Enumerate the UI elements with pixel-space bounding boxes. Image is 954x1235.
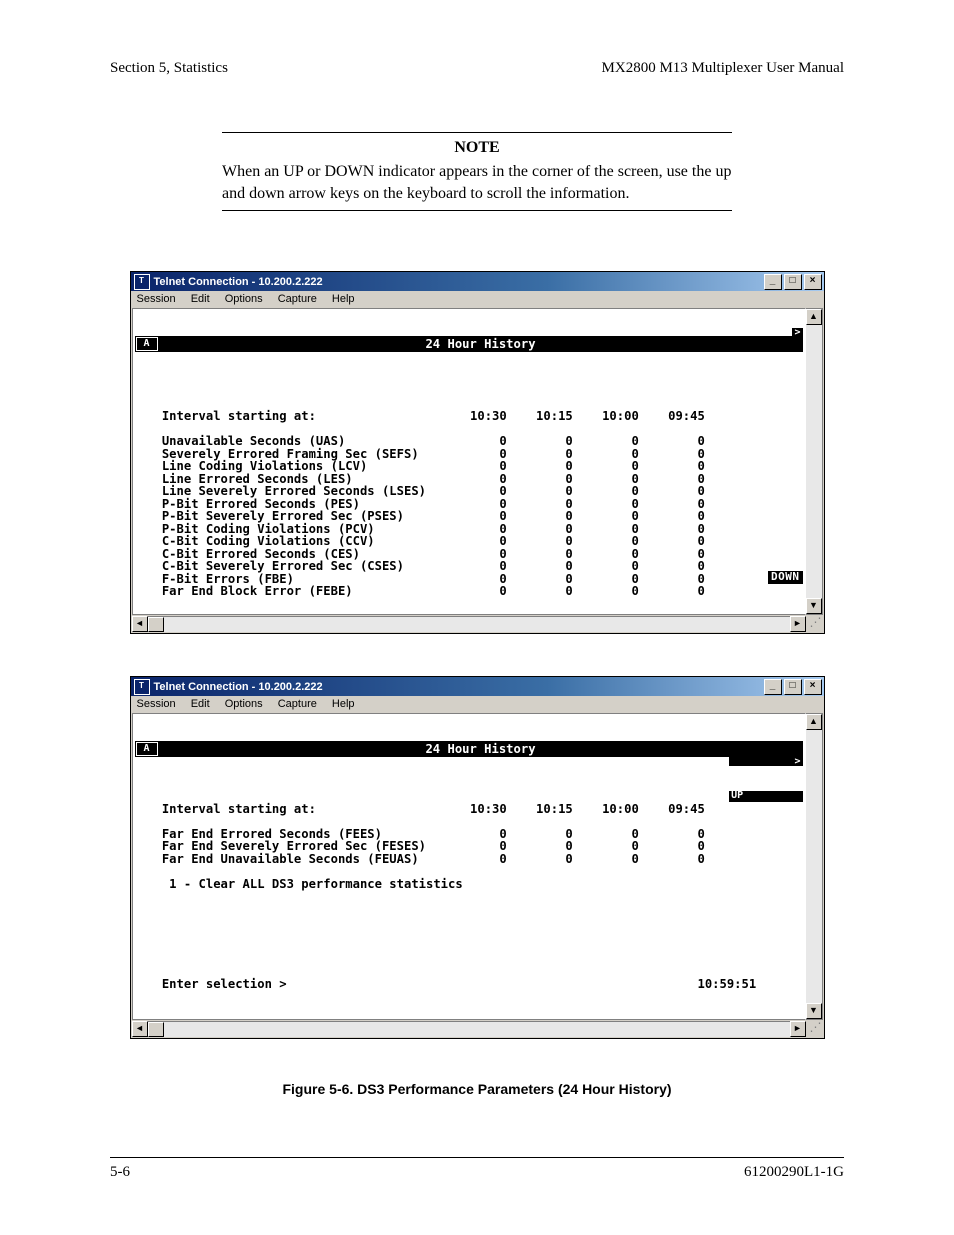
scroll-down-icon[interactable]: ▼	[806, 1003, 822, 1019]
menu-session[interactable]: Session	[137, 698, 176, 710]
scroll-up-icon[interactable]: ▲	[806, 309, 822, 325]
document-id: 61200290L1-1G	[744, 1164, 844, 1181]
figure-caption: Figure 5-6. DS3 Performance Parameters (…	[110, 1081, 844, 1097]
terminal-output[interactable]: A 24 Hour History > UP Interval starting…	[132, 713, 805, 1020]
menu-edit[interactable]: Edit	[191, 698, 210, 710]
menu-edit[interactable]: Edit	[191, 293, 210, 305]
note-text: When an UP or DOWN indicator appears in …	[222, 161, 732, 204]
vertical-scrollbar[interactable]: ▲ ▼	[805, 308, 823, 615]
horizontal-scrollbar[interactable]: ◄ ► ⋰	[132, 616, 823, 632]
menubar: Session Edit Options Capture Help	[131, 696, 824, 712]
down-indicator: DOWN	[768, 571, 803, 584]
right-arrow-indicator: >	[792, 328, 802, 339]
note-title: NOTE	[222, 139, 732, 157]
resize-grip-icon[interactable]: ⋰	[806, 616, 823, 630]
scroll-thumb[interactable]	[148, 1022, 164, 1037]
scroll-thumb[interactable]	[148, 617, 164, 632]
close-button[interactable]: ×	[804, 274, 822, 290]
note-block: NOTE When an UP or DOWN indicator appear…	[222, 132, 732, 211]
menu-capture[interactable]: Capture	[278, 698, 317, 710]
clock: 10:59:51	[698, 977, 757, 991]
menu-help[interactable]: Help	[332, 698, 355, 710]
titlebar[interactable]: T Telnet Connection - 10.200.2.222 _ □ ×	[131, 272, 824, 291]
terminal-title: 24 Hour History	[159, 741, 803, 757]
scroll-left-icon[interactable]: ◄	[132, 616, 148, 632]
close-button[interactable]: ×	[804, 679, 822, 695]
scroll-right-icon[interactable]: ►	[790, 616, 806, 632]
minimize-button[interactable]: _	[764, 679, 782, 695]
horizontal-scrollbar[interactable]: ◄ ► ⋰	[132, 1021, 823, 1037]
resize-grip-icon[interactable]: ⋰	[806, 1021, 823, 1035]
menu-options[interactable]: Options	[225, 293, 263, 305]
menu-help[interactable]: Help	[332, 293, 355, 305]
app-icon: T	[134, 274, 150, 290]
menu-capture[interactable]: Capture	[278, 293, 317, 305]
scroll-down-icon[interactable]: ▼	[806, 598, 822, 614]
up-indicator: > UP	[729, 732, 802, 827]
terminal-output[interactable]: A 24 Hour History > DOWN Interval starti…	[132, 308, 805, 615]
badge: A	[136, 337, 158, 351]
section-header-left: Section 5, Statistics	[110, 60, 228, 77]
menu-session[interactable]: Session	[137, 293, 176, 305]
menu-options[interactable]: Options	[225, 698, 263, 710]
maximize-button[interactable]: □	[784, 679, 802, 695]
section-header-right: MX2800 M13 Multiplexer User Manual	[602, 60, 844, 77]
minimize-button[interactable]: _	[764, 274, 782, 290]
scroll-left-icon[interactable]: ◄	[132, 1021, 148, 1037]
titlebar[interactable]: T Telnet Connection - 10.200.2.222 _ □ ×	[131, 677, 824, 696]
badge: A	[136, 742, 158, 756]
window-title: Telnet Connection - 10.200.2.222	[154, 276, 762, 288]
menubar: Session Edit Options Capture Help	[131, 291, 824, 307]
terminal-title: 24 Hour History	[159, 336, 803, 352]
telnet-window-1: T Telnet Connection - 10.200.2.222 _ □ ×…	[130, 271, 825, 634]
telnet-window-2: T Telnet Connection - 10.200.2.222 _ □ ×…	[130, 676, 825, 1039]
app-icon: T	[134, 679, 150, 695]
page-number: 5-6	[110, 1164, 130, 1181]
vertical-scrollbar[interactable]: ▲ ▼	[805, 713, 823, 1020]
window-title: Telnet Connection - 10.200.2.222	[154, 681, 762, 693]
scroll-up-icon[interactable]: ▲	[806, 714, 822, 730]
scroll-right-icon[interactable]: ►	[790, 1021, 806, 1037]
maximize-button[interactable]: □	[784, 274, 802, 290]
